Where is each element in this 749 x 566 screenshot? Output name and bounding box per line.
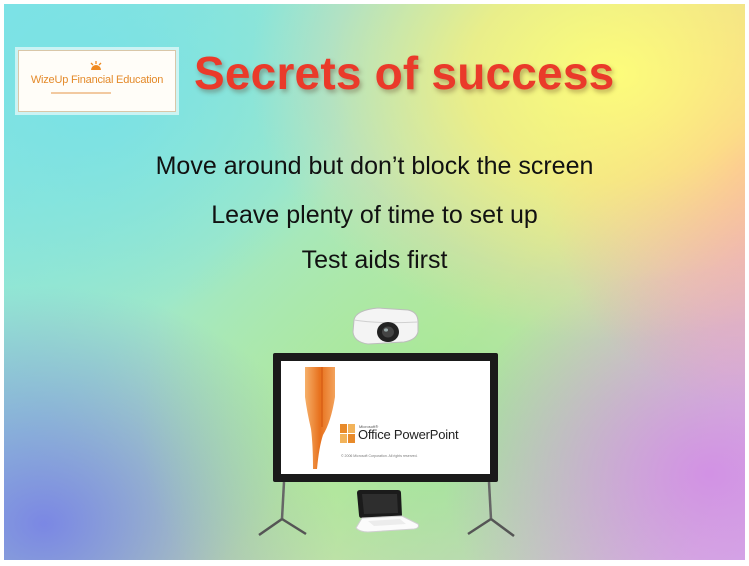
bullet-3: Test aids first (301, 246, 448, 274)
laptop-icon (355, 490, 419, 533)
powerpoint-graphic (305, 367, 335, 469)
logo-name: WizeUp Financial Education (30, 74, 164, 86)
sun-logo-icon (90, 61, 102, 70)
copyright-text: © 2006 Microsoft Corporation. All rights… (341, 454, 418, 458)
bullet-1: Move around but don’t block the screen (155, 152, 594, 180)
slide: WizeUp Financial Education Secrets of su… (4, 4, 745, 560)
projection-screen-icon: Microsoft® Office PowerPoint © 2006 Micr… (273, 353, 498, 482)
office-logo-icon (340, 424, 355, 443)
screen-display: Microsoft® Office PowerPoint © 2006 Micr… (281, 361, 490, 474)
company-logo: WizeUp Financial Education (18, 50, 176, 112)
bullet-2: Leave plenty of time to set up (211, 201, 538, 229)
logo-divider (51, 92, 111, 94)
slide-title: Secrets of success (194, 47, 615, 99)
projector-icon (352, 307, 419, 345)
product-name: Office PowerPoint (358, 427, 459, 442)
